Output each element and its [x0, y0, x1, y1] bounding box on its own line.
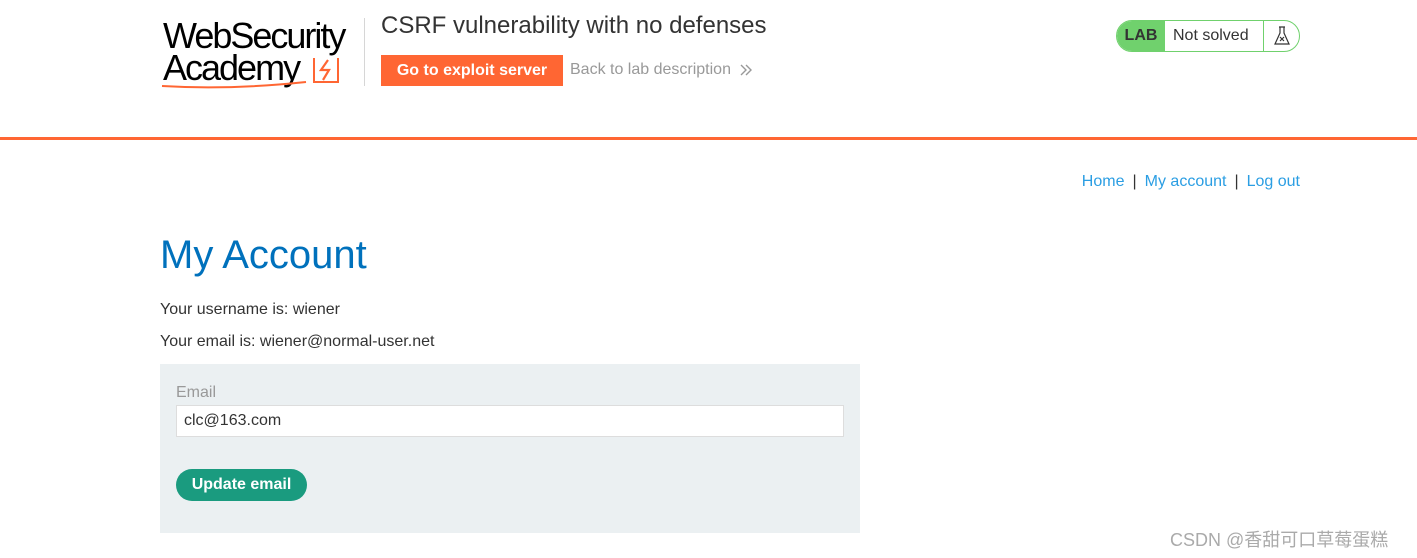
back-link-label: Back to lab description [570, 61, 731, 78]
lab-title: CSRF vulnerability with no defenses [381, 12, 767, 39]
nav-separator: | [1234, 173, 1239, 190]
flask-icon [1263, 21, 1299, 51]
nav-separator: | [1132, 173, 1137, 190]
nav-log-out-link[interactable]: Log out [1247, 173, 1300, 190]
username-info: Your username is: wiener [160, 301, 340, 318]
email-input[interactable] [176, 405, 844, 437]
header-divider [364, 18, 365, 86]
go-to-exploit-server-button[interactable]: Go to exploit server [381, 55, 563, 86]
lab-status-badge: LAB Not solved [1116, 20, 1300, 52]
update-email-button[interactable]: Update email [176, 469, 307, 501]
site-header: WebSecurity Academy CSRF vulnerability w… [0, 0, 1417, 140]
account-nav: Home | My account | Log out [1082, 173, 1300, 191]
change-email-form: Email Update email [160, 364, 860, 533]
double-chevron-right-icon [740, 64, 752, 76]
lab-status-text: Not solved [1173, 27, 1249, 44]
nav-home-link[interactable]: Home [1082, 173, 1125, 190]
email-label: Email [176, 384, 217, 401]
email-info: Your email is: wiener@normal-user.net [160, 333, 435, 350]
nav-my-account-link[interactable]: My account [1145, 173, 1227, 190]
logo-lightning-icon [313, 58, 339, 83]
csdn-watermark: CSDN @香甜可口草莓蛋糕 [1170, 530, 1389, 550]
logo-swoosh-icon [161, 81, 307, 89]
lab-tag: LAB [1117, 21, 1165, 51]
page-title: My Account [160, 233, 367, 277]
back-to-lab-description-link[interactable]: Back to lab description [570, 61, 753, 79]
web-security-academy-logo[interactable]: WebSecurity Academy [160, 16, 364, 92]
